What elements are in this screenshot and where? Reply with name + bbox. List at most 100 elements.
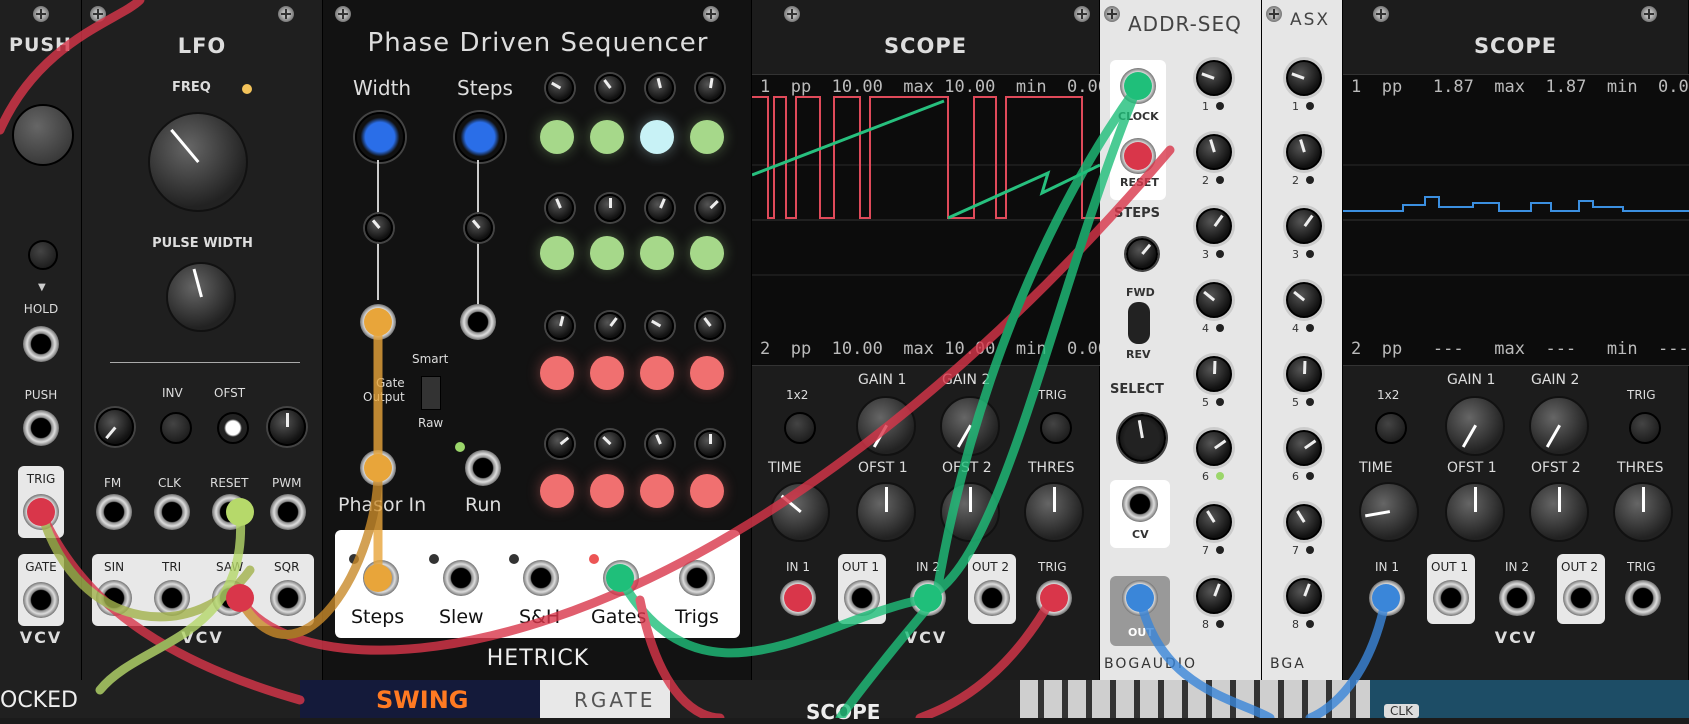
- step-gate-button[interactable]: [540, 474, 574, 508]
- out2-jack[interactable]: [974, 580, 1010, 616]
- in1-jack[interactable]: [780, 580, 816, 616]
- step-value-knob[interactable]: [1286, 578, 1322, 614]
- step-gate-button[interactable]: [690, 236, 724, 270]
- step-knob[interactable]: [546, 74, 574, 102]
- width-knob[interactable]: [355, 112, 405, 162]
- pulse-width-knob[interactable]: [166, 262, 236, 332]
- step-gate-button[interactable]: [540, 120, 574, 154]
- ofst2-knob[interactable]: [1529, 482, 1589, 542]
- step-gate-button[interactable]: [640, 474, 674, 508]
- step-knob[interactable]: [596, 430, 624, 458]
- step-value-knob[interactable]: [1286, 208, 1322, 244]
- step-knob[interactable]: [596, 194, 624, 222]
- gain2-knob[interactable]: [1529, 396, 1589, 456]
- clock-jack[interactable]: [1120, 68, 1156, 104]
- step-value-knob[interactable]: [1286, 430, 1322, 466]
- trig-button[interactable]: [1040, 412, 1072, 444]
- step-gate-button[interactable]: [640, 236, 674, 270]
- step-gate-button[interactable]: [640, 356, 674, 390]
- cv-jack[interactable]: [1122, 486, 1158, 522]
- step-gate-button[interactable]: [590, 236, 624, 270]
- step-value-knob[interactable]: [1196, 504, 1232, 540]
- out1-jack[interactable]: [844, 580, 880, 616]
- step-gate-button[interactable]: [690, 356, 724, 390]
- pwm-knob[interactable]: [268, 408, 306, 446]
- trig-in-jack[interactable]: [1036, 580, 1072, 616]
- out1-jack[interactable]: [1433, 580, 1469, 616]
- gain1-knob[interactable]: [1445, 396, 1505, 456]
- fm-jack[interactable]: [96, 494, 132, 530]
- select-knob[interactable]: [1118, 414, 1166, 462]
- step-knob[interactable]: [696, 74, 724, 102]
- steps-cv-jack[interactable]: [460, 304, 496, 340]
- ofst2-knob[interactable]: [940, 482, 1000, 542]
- step-knob[interactable]: [646, 194, 674, 222]
- out-jack[interactable]: [1122, 580, 1158, 616]
- time-knob[interactable]: [1359, 482, 1419, 542]
- step-knob[interactable]: [646, 430, 674, 458]
- step-knob[interactable]: [646, 74, 674, 102]
- step-knob[interactable]: [696, 430, 724, 458]
- gates-out-jack[interactable]: [603, 560, 639, 596]
- step-knob[interactable]: [546, 430, 574, 458]
- freq-knob[interactable]: [148, 112, 248, 212]
- direction-switch[interactable]: [1128, 302, 1150, 344]
- trig-button[interactable]: [1629, 412, 1661, 444]
- push-button[interactable]: [12, 104, 74, 166]
- fm-knob[interactable]: [96, 408, 134, 446]
- step-gate-button[interactable]: [690, 474, 724, 508]
- out2-jack[interactable]: [1563, 580, 1599, 616]
- step-value-knob[interactable]: [1286, 282, 1322, 318]
- step-knob[interactable]: [596, 74, 624, 102]
- step-value-knob[interactable]: [1196, 208, 1232, 244]
- pwm-jack[interactable]: [270, 494, 306, 530]
- width-cv-jack[interactable]: [360, 304, 396, 340]
- step-value-knob[interactable]: [1196, 356, 1232, 392]
- step-gate-button[interactable]: [590, 474, 624, 508]
- sh-out-jack[interactable]: [523, 560, 559, 596]
- step-value-knob[interactable]: [1196, 134, 1232, 170]
- steps-out-jack[interactable]: [363, 560, 399, 596]
- x1x2-button[interactable]: [784, 412, 816, 444]
- push-jack[interactable]: [23, 410, 59, 446]
- gate-mode-switch[interactable]: [421, 376, 441, 410]
- sin-jack[interactable]: [96, 580, 132, 616]
- slew-out-jack[interactable]: [443, 560, 479, 596]
- step-knob[interactable]: [646, 312, 674, 340]
- step-gate-button[interactable]: [540, 356, 574, 390]
- in2-jack[interactable]: [1499, 580, 1535, 616]
- gain2-knob[interactable]: [940, 396, 1000, 456]
- in1-jack[interactable]: [1369, 580, 1405, 616]
- in2-jack[interactable]: [910, 580, 946, 616]
- step-value-knob[interactable]: [1286, 60, 1322, 96]
- time-knob[interactable]: [770, 482, 830, 542]
- step-value-knob[interactable]: [1196, 282, 1232, 318]
- step-knob[interactable]: [596, 312, 624, 340]
- reset-jack[interactable]: [1120, 138, 1156, 174]
- ofst1-knob[interactable]: [856, 482, 916, 542]
- run-jack[interactable]: [465, 450, 501, 486]
- x1x2-button[interactable]: [1375, 412, 1407, 444]
- step-knob[interactable]: [546, 194, 574, 222]
- step-gate-button[interactable]: [590, 356, 624, 390]
- thres-knob[interactable]: [1024, 482, 1084, 542]
- trig-jack[interactable]: [23, 494, 59, 530]
- step-value-knob[interactable]: [1196, 60, 1232, 96]
- step-knob[interactable]: [696, 312, 724, 340]
- ofst1-knob[interactable]: [1445, 482, 1505, 542]
- steps-atten-knob[interactable]: [465, 214, 493, 242]
- reset-jack[interactable]: [212, 494, 248, 530]
- trig-in-jack[interactable]: [1625, 580, 1661, 616]
- gate-jack[interactable]: [23, 582, 59, 618]
- clk-jack[interactable]: [154, 494, 190, 530]
- width-atten-knob[interactable]: [365, 214, 393, 242]
- gain1-knob[interactable]: [856, 396, 916, 456]
- ofst-button[interactable]: [217, 412, 249, 444]
- sqr-jack[interactable]: [270, 580, 306, 616]
- steps-knob[interactable]: [455, 112, 505, 162]
- step-gate-button[interactable]: [640, 120, 674, 154]
- step-value-knob[interactable]: [1286, 134, 1322, 170]
- inv-button[interactable]: [160, 412, 192, 444]
- saw-jack[interactable]: [212, 580, 248, 616]
- step-value-knob[interactable]: [1286, 504, 1322, 540]
